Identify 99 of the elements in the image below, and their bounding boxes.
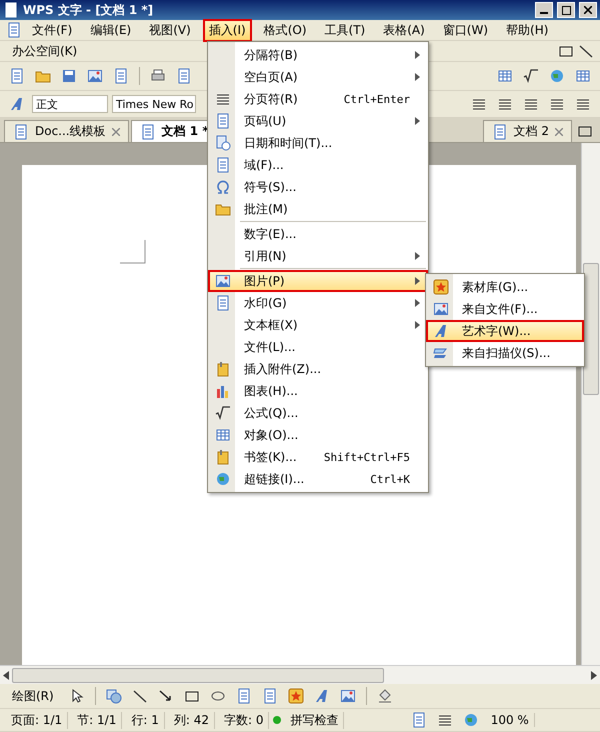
- menu-item[interactable]: 窗口(W): [436, 18, 494, 42]
- document-icon: [6, 22, 22, 38]
- status-field: 列: 42: [168, 712, 215, 728]
- tab-label: Doc...线模板: [35, 123, 106, 140]
- shortcut-label: Shift+Ctrl+F5: [324, 450, 410, 464]
- minimize-button[interactable]: [535, 2, 553, 18]
- bar-chart-icon: [215, 383, 231, 399]
- scrollbar-thumb[interactable]: [583, 263, 599, 395]
- document-tab[interactable]: Doc...线模板: [4, 120, 129, 142]
- horizontal-scrollbar[interactable]: [0, 665, 600, 684]
- zoom-level: 100 %: [486, 713, 535, 727]
- menu-item[interactable]: 帮助(H): [500, 18, 554, 42]
- menu-item[interactable]: 文件(L)...: [208, 336, 428, 358]
- menu-item[interactable]: 域(F)...: [208, 154, 428, 176]
- menu-item[interactable]: 文件(F): [26, 18, 78, 42]
- fill-color-icon: [376, 688, 393, 704]
- drawing-menu-button[interactable]: 绘图(R): [6, 684, 60, 708]
- menu-item[interactable]: 符号(S)...: [208, 176, 428, 198]
- maximize-icon: [562, 6, 570, 14]
- menu-item[interactable]: 图表(H)...: [208, 380, 428, 402]
- table-icon: [575, 68, 591, 84]
- menu-item[interactable]: 来自文件(F)...: [426, 298, 584, 320]
- object-icon: [215, 427, 231, 443]
- menu-item[interactable]: 分隔符(B): [208, 44, 428, 66]
- menu-item[interactable]: 对象(O)...: [208, 424, 428, 446]
- calendar-clock-icon: [215, 135, 231, 151]
- submenu-arrow-icon: [415, 51, 420, 59]
- scroll-right-icon[interactable]: [591, 670, 597, 680]
- formula-icon: [523, 68, 539, 84]
- maximize-button[interactable]: [557, 2, 575, 18]
- save-icon: [61, 68, 77, 84]
- menu-item[interactable]: 分页符(R) Ctrl+Enter: [208, 88, 428, 110]
- submenu-arrow-icon: [415, 73, 420, 81]
- submenu-arrow-icon: [415, 252, 420, 260]
- status-field: 字数: 0: [218, 712, 270, 728]
- menu-item[interactable]: 引用(N): [208, 245, 428, 267]
- status-field: 节: 1/1: [72, 712, 122, 728]
- line-icon: [132, 688, 148, 704]
- spell-check-button[interactable]: 拼写检查: [285, 712, 344, 728]
- font-dropdown[interactable]: Times New Ro: [112, 95, 196, 113]
- menu-item[interactable]: 插入附件(Z)...: [208, 358, 428, 380]
- globe-link-icon: [215, 471, 231, 487]
- menu-item[interactable]: 文本框(X): [208, 314, 428, 336]
- new-document-icon: [9, 68, 25, 84]
- omega-icon: [215, 179, 231, 195]
- globe-icon: [549, 68, 565, 84]
- menu-item[interactable]: 工具(T): [318, 18, 372, 42]
- menu-item[interactable]: 超链接(I)... Ctrl+K: [208, 468, 428, 490]
- square-root-icon: [215, 405, 231, 421]
- picture-icon: [340, 688, 356, 704]
- close-button[interactable]: [579, 2, 597, 18]
- shortcut-label: Ctrl+Enter: [344, 92, 410, 106]
- tab-label: 文档 2: [514, 123, 549, 140]
- status-field: 行: 1: [126, 712, 165, 728]
- page-view-icon: [410, 712, 427, 728]
- menu-item[interactable]: 格式(O): [258, 18, 313, 42]
- picture-icon: [433, 301, 449, 317]
- arrow-icon: [158, 688, 174, 704]
- status-field: 页面: 1/1: [6, 712, 68, 728]
- menu-item[interactable]: 图片(P): [208, 267, 428, 292]
- picture-icon: [215, 273, 231, 289]
- style-dropdown[interactable]: 正文: [32, 95, 108, 113]
- submenu-arrow-icon: [415, 299, 420, 307]
- submenu-arrow-icon: [415, 277, 420, 285]
- app-logo-icon: [3, 2, 19, 18]
- menu-item[interactable]: 来自扫描仪(S)...: [426, 342, 584, 364]
- web-view-icon: [462, 712, 479, 728]
- shapes-icon: [106, 688, 122, 704]
- menu-item[interactable]: 表格(A): [377, 18, 431, 42]
- document-icon: [13, 124, 29, 140]
- menu-item[interactable]: 办公空间(K): [6, 40, 84, 62]
- menu-item[interactable]: 素材库(G)...: [426, 276, 584, 298]
- menu-item[interactable]: 编辑(E): [84, 18, 138, 42]
- window-title: WPS 文字 - [文档 1 *]: [23, 2, 154, 18]
- submenu-arrow-icon: [415, 321, 420, 329]
- star-icon: [433, 279, 449, 295]
- document-icon: [492, 124, 508, 140]
- shortcut-label: Ctrl+K: [370, 472, 410, 486]
- scrollbar-thumb[interactable]: [12, 668, 384, 682]
- vertical-scrollbar[interactable]: [581, 143, 600, 665]
- wordart-icon: [433, 323, 449, 339]
- menu-item[interactable]: 公式(Q)...: [208, 402, 428, 424]
- menu-item[interactable]: 数字(E)...: [208, 220, 428, 245]
- menu-item[interactable]: 空白页(A): [208, 66, 428, 88]
- styles-icon: [9, 96, 25, 112]
- document-tab[interactable]: 文档 2: [482, 120, 572, 142]
- margin-corner-mark: [120, 240, 146, 264]
- menu-item[interactable]: 艺术字(W)...: [426, 320, 584, 342]
- menu-item[interactable]: 批注(M): [208, 198, 428, 220]
- wordart-icon: [314, 688, 330, 704]
- menu-item[interactable]: 视图(V): [143, 18, 197, 42]
- menu-item[interactable]: 插入(I): [202, 18, 252, 42]
- scroll-left-icon[interactable]: [3, 670, 9, 680]
- clipart-icon: [288, 688, 304, 704]
- menu-item[interactable]: 水印(G): [208, 292, 428, 314]
- submenu-arrow-icon: [415, 117, 420, 125]
- menu-item[interactable]: 书签(K)... Shift+Ctrl+F5: [208, 446, 428, 468]
- table-insert-icon: [497, 68, 513, 84]
- document-icon: [140, 124, 156, 140]
